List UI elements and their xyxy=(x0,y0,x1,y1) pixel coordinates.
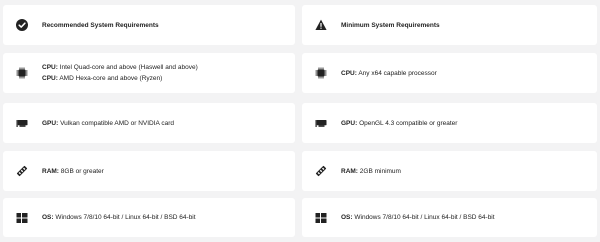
gpu-value: OpenGL 4.3 compatible or greater xyxy=(359,119,458,127)
recommended-gpu-text: GPU: Vulkan compatible AMD or NVIDIA car… xyxy=(42,118,174,129)
cpu-chip-icon xyxy=(314,66,328,80)
os-label: OS: xyxy=(341,214,353,221)
minimum-os-text: OS: Windows 7/8/10 64-bit / Linux 64-bit… xyxy=(341,212,495,223)
cpu-chip-icon xyxy=(15,66,29,80)
warning-triangle-icon xyxy=(314,18,328,32)
cpu-value: AMD Hexa-core and above (Ryzen) xyxy=(59,75,163,82)
os-value: Windows 7/8/10 64-bit / Linux 64-bit / B… xyxy=(354,214,495,221)
graphics-card-icon xyxy=(15,116,29,130)
minimum-ram-card: RAM: 2GB minimum xyxy=(302,151,597,191)
recommended-os-card: OS: Windows 7/8/10 64-bit / Linux 64-bit… xyxy=(3,198,295,237)
recommended-cpu-card: CPU: Intel Quad-core and above (Haswell … xyxy=(3,53,295,93)
minimum-os-card: OS: Windows 7/8/10 64-bit / Linux 64-bit… xyxy=(302,198,597,237)
cpu-value: Intel Quad-core and above (Haswell and a… xyxy=(59,64,198,71)
minimum-cpu-card: CPU: Any x64 capable processor xyxy=(302,53,597,93)
system-requirements: Recommended System Requirements Minimum … xyxy=(0,0,600,242)
recommended-cpu-line-1: CPU: Intel Quad-core and above (Haswell … xyxy=(42,62,198,73)
recommended-header-card: Recommended System Requirements xyxy=(3,5,295,45)
ram-label: RAM: xyxy=(341,167,358,175)
minimum-gpu-text: GPU: OpenGL 4.3 compatible or greater xyxy=(341,118,457,129)
cpu-label: CPU: xyxy=(42,75,58,82)
cpu-value: Any x64 capable processor xyxy=(358,69,437,77)
minimum-header-card: Minimum System Requirements xyxy=(302,5,597,45)
recommended-os-text: OS: Windows 7/8/10 64-bit / Linux 64-bit… xyxy=(42,212,196,223)
minimum-cpu-text: CPU: Any x64 capable processor xyxy=(341,68,437,79)
minimum-ram-text: RAM: 2GB minimum xyxy=(341,166,401,177)
minimum-title: Minimum System Requirements xyxy=(341,21,440,29)
os-label: OS: xyxy=(42,214,54,221)
os-value: Windows 7/8/10 64-bit / Linux 64-bit / B… xyxy=(55,214,196,221)
ram-value: 2GB minimum xyxy=(359,167,401,175)
recommended-title: Recommended System Requirements xyxy=(42,21,159,29)
minimum-gpu-card: GPU: OpenGL 4.3 compatible or greater xyxy=(302,103,597,143)
check-circle-icon xyxy=(15,18,29,32)
graphics-card-icon xyxy=(314,116,328,130)
recommended-cpu-line-2: CPU: AMD Hexa-core and above (Ryzen) xyxy=(42,73,198,84)
operating-system-icon xyxy=(314,211,328,225)
recommended-cpu-text: CPU: Intel Quad-core and above (Haswell … xyxy=(42,62,198,84)
memory-stick-icon xyxy=(314,164,328,178)
gpu-label: GPU: xyxy=(42,119,59,127)
gpu-value: Vulkan compatible AMD or NVIDIA card xyxy=(60,119,174,127)
recommended-ram-card: RAM: 8GB or greater xyxy=(3,151,295,191)
gpu-label: GPU: xyxy=(341,119,358,127)
operating-system-icon xyxy=(15,211,29,225)
cpu-label: CPU: xyxy=(42,64,58,71)
recommended-gpu-card: GPU: Vulkan compatible AMD or NVIDIA car… xyxy=(3,103,295,143)
cpu-label: CPU: xyxy=(341,69,357,77)
ram-label: RAM: xyxy=(42,167,59,175)
ram-value: 8GB or greater xyxy=(60,167,104,175)
recommended-ram-text: RAM: 8GB or greater xyxy=(42,166,104,177)
memory-stick-icon xyxy=(15,164,29,178)
